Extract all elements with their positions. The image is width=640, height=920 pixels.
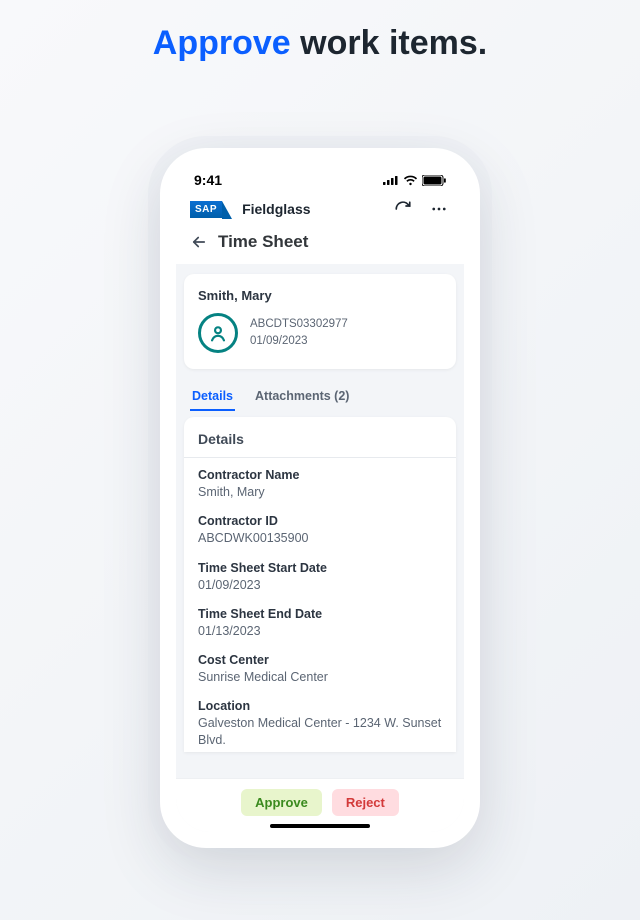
hero-headline: Approve work items. [0,0,640,63]
field-value: 01/09/2023 [198,577,442,593]
details-card: Details Contractor Name Smith, Mary Cont… [184,417,456,752]
field-label: Cost Center [198,653,442,667]
field-contractor-name: Contractor Name Smith, Mary [184,458,456,504]
more-icon[interactable] [428,198,450,220]
field-value: Galveston Medical Center - 1234 W. Sunse… [198,715,442,748]
avatar-icon [198,313,238,353]
tab-attachments[interactable]: Attachments (2) [253,383,351,411]
phone-frame: 9:41 SAP Fieldglass [160,148,480,848]
cellular-icon [383,175,399,185]
sap-badge: SAP [190,201,222,218]
tab-details[interactable]: Details [190,383,235,411]
status-bar: 9:41 [176,164,464,190]
field-location: Location Galveston Medical Center - 1234… [184,689,456,752]
header-actions [392,198,450,220]
page-title: Time Sheet [218,232,308,252]
summary-ref: ABCDTS03302977 [250,316,348,333]
summary-name: Smith, Mary [198,288,442,303]
home-indicator [270,824,370,828]
field-value: 01/13/2023 [198,623,442,639]
tabs: Details Attachments (2) [184,383,456,417]
field-value: Sunrise Medical Center [198,669,442,685]
field-cost-center: Cost Center Sunrise Medical Center [184,643,456,689]
subheader: Time Sheet [176,224,464,264]
battery-icon [422,175,446,186]
hero-rest: work items. [291,24,488,62]
refresh-icon[interactable] [392,198,414,220]
field-value: Smith, Mary [198,484,442,500]
brand-name: Fieldglass [242,201,310,217]
reject-button[interactable]: Reject [332,789,399,816]
content-area: Smith, Mary ABCDTS03302977 01/09/2023 De… [176,264,464,832]
field-end-date: Time Sheet End Date 01/13/2023 [184,597,456,643]
field-label: Time Sheet Start Date [198,561,442,575]
wifi-icon [403,175,418,186]
details-title: Details [184,417,456,458]
status-indicators [383,175,446,186]
sap-logo: SAP [190,201,222,218]
hero-accent: Approve [153,24,291,62]
field-start-date: Time Sheet Start Date 01/09/2023 [184,551,456,597]
summary-date: 01/09/2023 [250,333,348,350]
screen: 9:41 SAP Fieldglass [176,164,464,832]
summary-row: ABCDTS03302977 01/09/2023 [198,313,442,353]
back-icon[interactable] [190,233,208,251]
status-time: 9:41 [194,172,222,188]
summary-meta: ABCDTS03302977 01/09/2023 [250,316,348,351]
field-label: Location [198,699,442,713]
field-contractor-id: Contractor ID ABCDWK00135900 [184,504,456,550]
field-label: Contractor ID [198,514,442,528]
field-label: Time Sheet End Date [198,607,442,621]
field-label: Contractor Name [198,468,442,482]
approve-button[interactable]: Approve [241,789,322,816]
field-value: ABCDWK00135900 [198,530,442,546]
summary-card: Smith, Mary ABCDTS03302977 01/09/2023 [184,274,456,369]
app-header: SAP Fieldglass [176,190,464,224]
